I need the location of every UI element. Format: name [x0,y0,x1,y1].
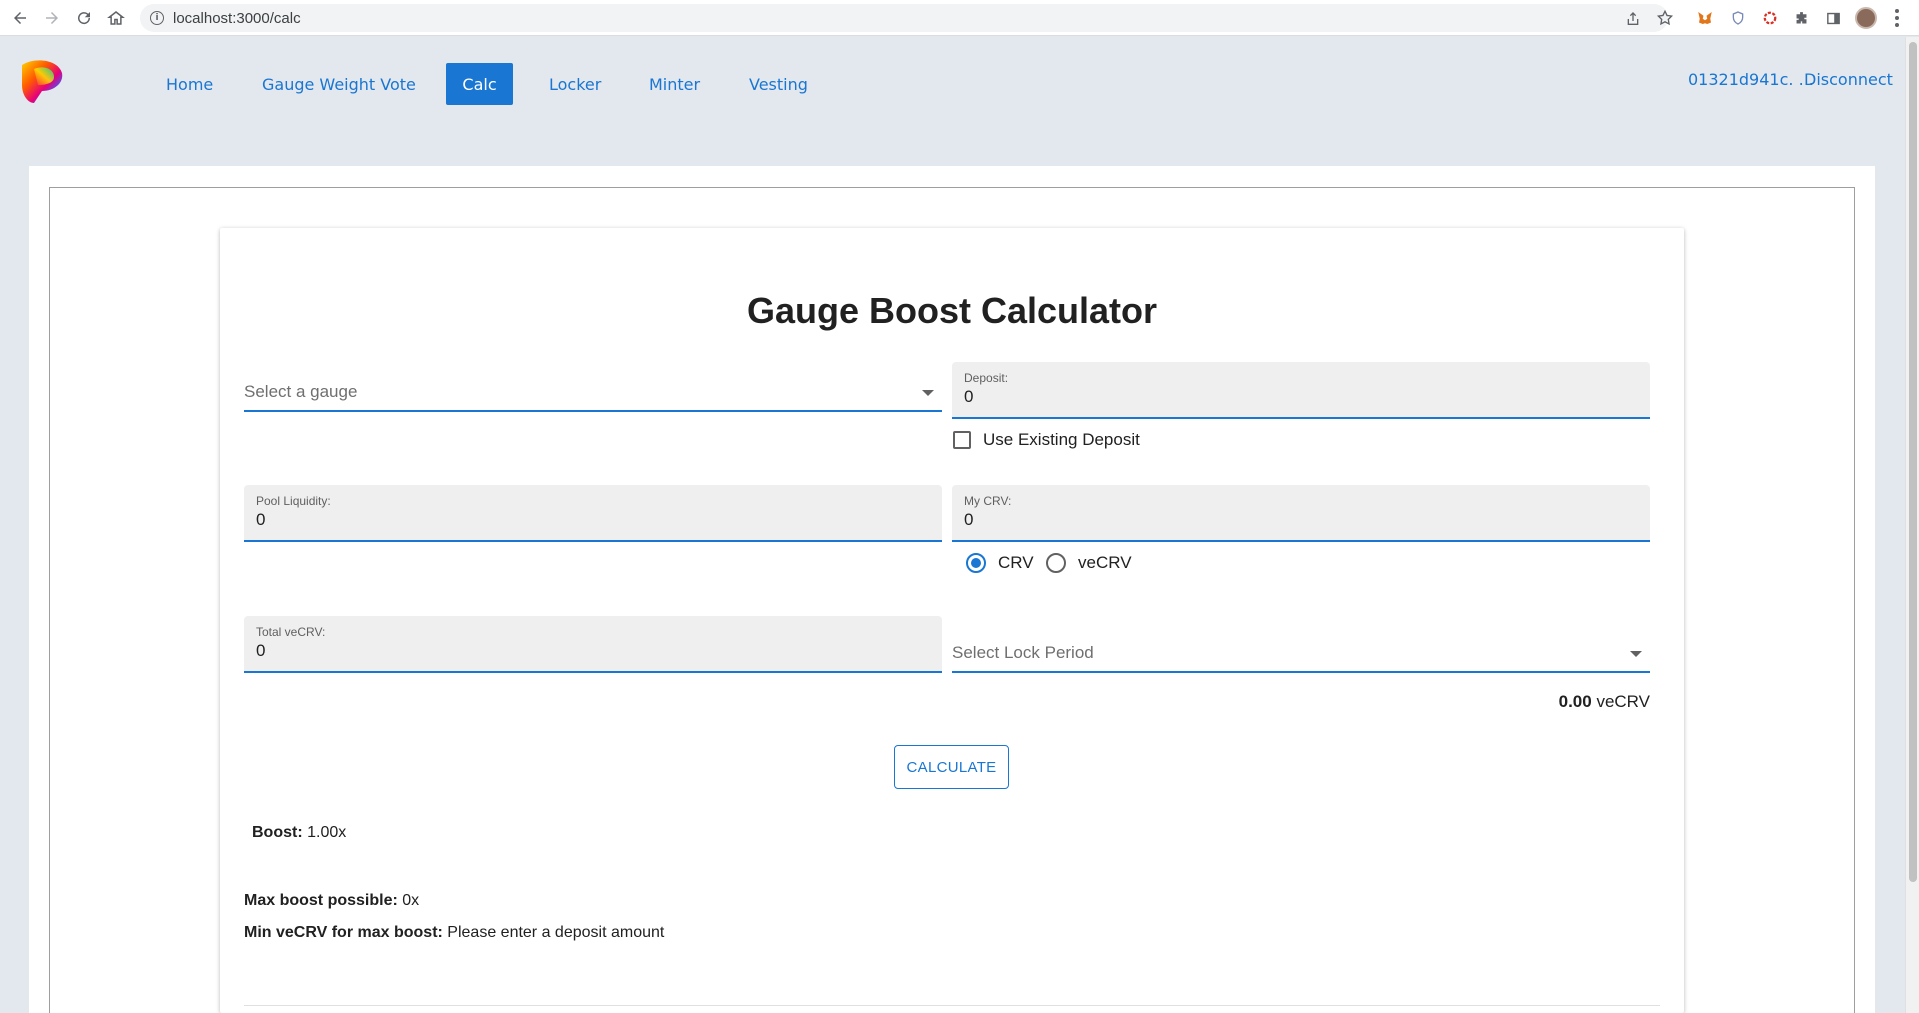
use-existing-deposit-checkbox[interactable] [953,431,971,449]
boost-label: Boost: [252,824,303,841]
gauge-select-placeholder: Select a gauge [244,382,358,401]
total-vecrv-field[interactable]: Total veCRV: 0 [244,616,942,673]
lock-period-select[interactable]: Select Lock Period [952,625,1650,673]
vecrv-readout: 0.00 veCRV [1559,692,1650,712]
deposit-field[interactable]: Deposit: 0 [952,362,1650,419]
side-panel-icon[interactable] [1823,8,1843,28]
gauge-select[interactable]: Select a gauge [244,364,942,412]
pool-liquidity-value: 0 [256,510,266,529]
use-existing-deposit[interactable]: Use Existing Deposit [953,430,1140,450]
max-boost-label: Max boost possible: [244,892,398,909]
profile-avatar[interactable] [1855,7,1877,29]
nav-vesting[interactable]: Vesting [733,63,824,105]
wallet-address[interactable]: 01321d941c. . . [1688,70,1814,89]
chevron-down-icon [1630,651,1642,657]
site-info-icon[interactable]: i [150,11,164,25]
my-crv-field[interactable]: My CRV: 0 [952,485,1650,542]
disconnect-button[interactable]: Disconnect [1804,70,1893,89]
vecrv-unit: veCRV [1596,692,1650,711]
home-icon[interactable] [104,6,128,30]
total-vecrv-value: 0 [256,641,266,660]
nav-calc[interactable]: Calc [446,63,513,105]
page-title: Gauge Boost Calculator [746,290,1158,331]
my-crv-label: My CRV: [964,494,1012,508]
nav-locker[interactable]: Locker [533,63,617,105]
radio-crv-button[interactable] [966,553,986,573]
radio-vecrv[interactable]: veCRV [1046,553,1132,573]
max-boost-result: Max boost possible: 0x [244,892,419,910]
radio-vecrv-label: veCRV [1078,553,1132,572]
nav-gauge-weight-vote[interactable]: Gauge Weight Vote [246,63,432,105]
pool-liquidity-label: Pool Liquidity: [256,494,331,508]
deposit-value: 0 [964,387,974,406]
radio-crv[interactable]: CRV [966,553,1034,573]
page-scrollbar[interactable] [1905,37,1919,1013]
vecrv-amount: 0.00 [1558,692,1592,711]
nav-minter[interactable]: Minter [633,63,716,105]
share-icon[interactable] [1624,10,1642,28]
nav-home[interactable]: Home [150,63,229,105]
min-vecrv-value: Please enter a deposit amount [447,924,665,941]
browser-menu-icon[interactable] [1887,8,1907,28]
reload-icon[interactable] [72,6,96,30]
total-vecrv-label: Total veCRV: [256,625,326,639]
use-existing-deposit-label: Use Existing Deposit [983,430,1140,449]
min-vecrv-label: Min veCRV for max boost: [244,924,443,941]
radio-crv-label: CRV [998,553,1034,572]
address-bar[interactable]: i localhost:3000/calc [140,4,1674,32]
chevron-down-icon [922,390,934,396]
forward-arrow-icon[interactable] [40,6,64,30]
divider [244,1005,1660,1006]
min-vecrv-result: Min veCRV for max boost: Please enter a … [244,924,664,942]
bookmark-star-icon[interactable] [1656,9,1674,27]
boost-result: Boost: 1.00x [252,824,346,842]
radio-vecrv-button[interactable] [1046,553,1066,573]
scrollbar-thumb[interactable] [1909,42,1917,882]
calculate-button[interactable]: CALCULATE [894,745,1009,789]
boost-value: 1.00x [307,824,347,841]
lock-period-placeholder: Select Lock Period [952,643,1094,662]
pool-liquidity-field[interactable]: Pool Liquidity: 0 [244,485,942,542]
shield-extension-icon[interactable] [1728,8,1748,28]
my-crv-value: 0 [964,510,974,529]
max-boost-value: 0x [402,892,420,909]
browser-toolbar: i localhost:3000/calc [0,0,1919,36]
extensions-puzzle-icon[interactable] [1791,8,1811,28]
metamask-fox-icon[interactable] [1695,8,1715,28]
url-text: localhost:3000/calc [173,10,301,27]
back-arrow-icon[interactable] [8,6,32,30]
spinner-extension-icon[interactable] [1760,8,1780,28]
deposit-label: Deposit: [964,371,1009,385]
curve-logo[interactable] [14,55,66,107]
